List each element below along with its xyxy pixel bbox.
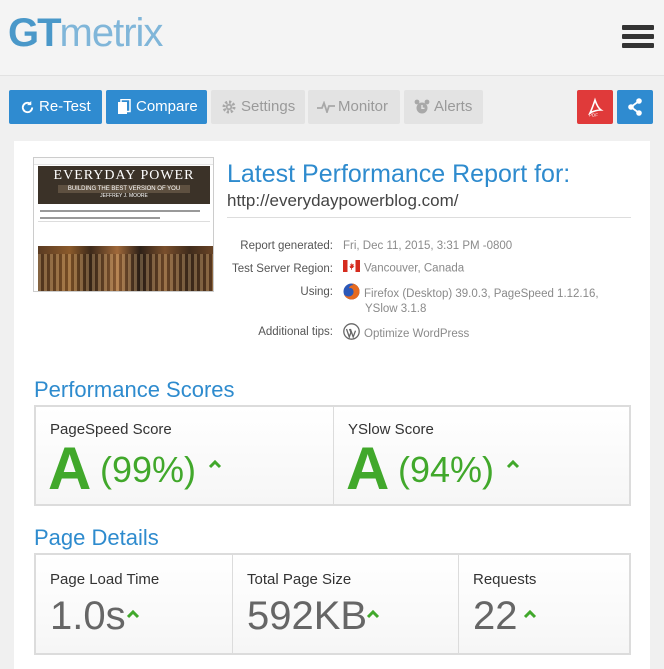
caret-up-icon — [208, 459, 222, 469]
total-page-size-cell[interactable]: Total Page Size 592KB — [232, 555, 458, 653]
meta-value-generated: Fri, Dec 11, 2015, 3:31 PM -0800 — [343, 240, 513, 252]
performance-scores-box: PageSpeed Score A (99%) YSlow Score A (9… — [34, 405, 631, 506]
caret-up-icon — [126, 609, 140, 619]
alarm-clock-icon — [413, 90, 431, 124]
performance-scores-title: Performance Scores — [34, 377, 235, 402]
total-page-size-label: Total Page Size — [247, 571, 352, 588]
pdf-download-button[interactable]: PDF — [577, 90, 613, 124]
logo-metrix: metrix — [59, 11, 164, 55]
total-page-size-value: 592KB — [247, 594, 368, 638]
requests-cell[interactable]: Requests 22 — [458, 555, 629, 653]
gtmetrix-logo[interactable]: GTmetrix — [8, 10, 164, 56]
yslow-score-cell[interactable]: YSlow Score A (94%) — [333, 407, 629, 504]
meta-label-generated: Report generated: — [240, 240, 333, 252]
meta-label-tips: Additional tips: — [258, 326, 333, 338]
divider — [227, 217, 631, 218]
compare-label: Compare — [136, 98, 198, 115]
requests-value: 22 — [473, 594, 518, 638]
yslow-grade: A — [346, 435, 390, 502]
thumbnail-site-name: EVERYDAY POWER — [53, 168, 195, 183]
refresh-icon — [18, 90, 36, 124]
meta-value-tips: Optimize WordPress — [364, 328, 470, 341]
caret-up-icon — [366, 609, 380, 619]
report-url[interactable]: http://everydaypowerblog.com/ — [227, 190, 459, 212]
retest-button[interactable]: Re-Test — [9, 90, 102, 124]
thumbnail-menu — [38, 206, 210, 222]
page-load-time-label: Page Load Time — [50, 571, 160, 588]
gear-icon — [220, 90, 238, 124]
meta-label-using: Using: — [300, 286, 333, 298]
svg-text:PDF: PDF — [589, 113, 598, 117]
yslow-percent: (94%) — [398, 449, 495, 490]
page-details-box: Page Load Time 1.0s Total Page Size 592K… — [34, 553, 631, 655]
thumbnail-hero: EVERYDAY POWER BUILDING THE BEST VERSION… — [38, 166, 210, 204]
thumbnail-nav — [34, 158, 213, 165]
compare-button[interactable]: Compare — [106, 90, 207, 124]
settings-label: Settings — [241, 98, 296, 115]
meta-value-using-line2: YSlow 3.1.8 — [365, 303, 427, 315]
retest-label: Re-Test — [39, 98, 91, 115]
pulse-icon — [317, 90, 335, 124]
canada-flag-icon — [343, 260, 360, 277]
settings-button[interactable]: Settings — [211, 90, 305, 124]
logo-gt: GT — [8, 11, 62, 55]
pagespeed-grade: A — [48, 435, 92, 502]
wordpress-icon — [343, 323, 360, 345]
requests-label: Requests — [473, 571, 537, 588]
meta-value-using: Firefox (Desktop) 39.0.3, PageSpeed 1.12… — [364, 288, 599, 301]
page-load-time-value: 1.0s — [50, 594, 126, 638]
caret-up-icon — [506, 459, 520, 469]
pdf-icon: PDF — [577, 90, 613, 124]
meta-value-region: Vancouver, Canada — [364, 262, 465, 275]
thumbnail-author: JEFFREY J. MOORE — [100, 193, 148, 199]
page-details-title: Page Details — [34, 525, 159, 550]
share-button[interactable] — [617, 90, 653, 124]
pagespeed-score-cell[interactable]: PageSpeed Score A (99%) — [36, 407, 333, 504]
monitor-label: Monitor — [338, 98, 389, 115]
share-icon — [617, 90, 653, 124]
top-bar: GTmetrix — [0, 0, 664, 76]
firefox-icon — [343, 283, 360, 305]
hamburger-menu-icon[interactable] — [620, 22, 656, 52]
report-title: Latest Performance Report for: — [227, 160, 571, 188]
page-load-time-cell[interactable]: Page Load Time 1.0s — [36, 555, 232, 653]
meta-value-region-row: Vancouver, Canada — [343, 260, 464, 277]
alerts-button[interactable]: Alerts — [404, 90, 483, 124]
alerts-label: Alerts — [434, 98, 473, 115]
report-toolbar: Re-Test Compare Settings Monitor Alerts … — [0, 86, 664, 128]
pagespeed-percent: (99%) — [100, 449, 197, 490]
meta-label-region: Test Server Region: — [232, 263, 333, 275]
thumbnail-tagline: BUILDING THE BEST VERSION OF YOU — [58, 185, 190, 193]
caret-up-icon — [523, 609, 537, 619]
meta-value-tips-row[interactable]: Optimize WordPress — [343, 323, 469, 345]
monitor-button[interactable]: Monitor — [308, 90, 400, 124]
copy-icon — [115, 90, 133, 124]
